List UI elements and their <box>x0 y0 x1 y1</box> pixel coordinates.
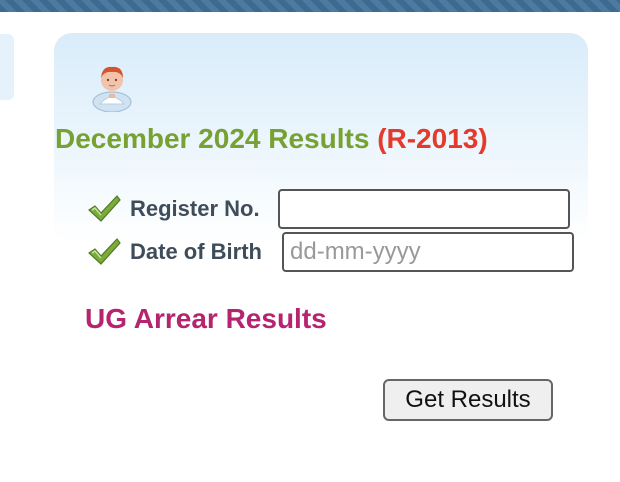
top-decorative-strip <box>0 0 620 12</box>
date-of-birth-label: Date of Birth <box>130 239 262 264</box>
register-no-row: Register No. <box>86 189 570 229</box>
register-no-label: Register No. <box>130 196 260 221</box>
regulation-label: (R-2013) <box>377 123 488 154</box>
checkmark-icon <box>86 193 122 225</box>
page: December 2024 Results (R-2013) Register … <box>0 0 620 482</box>
get-results-button[interactable]: Get Results <box>383 379 553 421</box>
date-of-birth-input[interactable] <box>282 232 574 272</box>
register-no-input[interactable] <box>278 189 570 229</box>
date-of-birth-row: Date of Birth <box>86 232 574 272</box>
user-avatar-icon <box>90 60 134 113</box>
section-heading: UG Arrear Results <box>85 303 327 334</box>
results-title: December 2024 Results <box>55 123 370 154</box>
page-title: December 2024 Results (R-2013) <box>55 123 488 159</box>
side-panel-edge <box>0 34 14 100</box>
checkmark-icon <box>86 236 122 268</box>
